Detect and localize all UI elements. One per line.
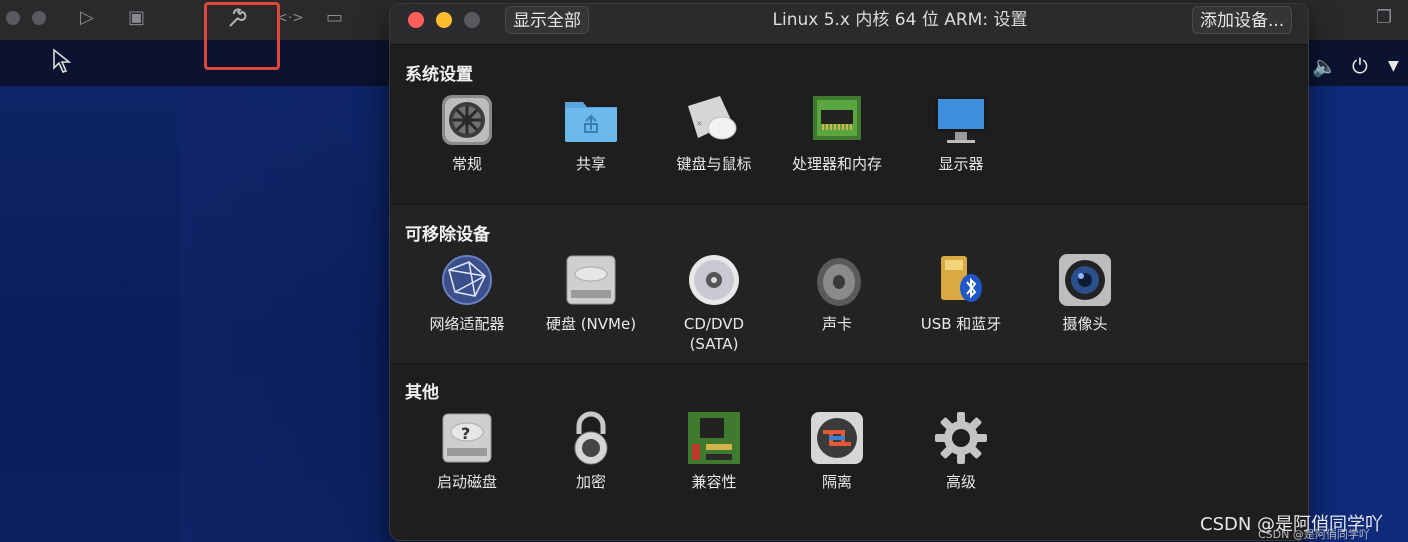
vm-window-dot xyxy=(32,11,46,25)
settings-item-usb-bluetooth[interactable]: USB 和蓝牙 xyxy=(900,252,1022,334)
settings-item-keyboard-mouse[interactable]: × 键盘与鼠标 xyxy=(653,92,775,174)
camera-icon xyxy=(1057,252,1113,308)
zoom-button[interactable] xyxy=(464,12,480,28)
processor-memory-icon xyxy=(809,92,865,148)
shared-folder-icon xyxy=(563,92,619,148)
section-title-other: 其他 xyxy=(405,383,439,403)
window-restore-icon[interactable]: ❐ xyxy=(1376,8,1392,28)
vm-window-dot xyxy=(6,11,20,25)
settings-item-processor-memory[interactable]: 处理器和内存 xyxy=(776,92,898,174)
item-label: 高级 xyxy=(945,473,976,491)
mouse-cursor-icon xyxy=(52,48,72,80)
isolation-icon xyxy=(809,410,865,466)
settings-item-isolation[interactable]: 隔离 xyxy=(776,410,898,492)
item-label: 键盘与鼠标 xyxy=(676,155,752,173)
item-label: CD/DVD (SATA) xyxy=(683,315,745,353)
item-label: 显示器 xyxy=(938,155,984,173)
keyboard-mouse-icon: × xyxy=(686,92,742,148)
display-icon xyxy=(933,92,989,148)
svg-text:?: ? xyxy=(461,424,470,443)
cd-dvd-icon xyxy=(686,252,742,308)
window-title: Linux 5.x 内核 64 位 ARM: 设置 xyxy=(772,10,1028,30)
settings-window: 显示全部 Linux 5.x 内核 64 位 ARM: 设置 添加设备... 系… xyxy=(390,4,1308,540)
item-label: 硬盘 (NVMe) xyxy=(545,315,637,333)
item-label: 共享 xyxy=(575,155,606,173)
power-icon[interactable]: ⏻ xyxy=(1352,54,1368,78)
item-label: 启动磁盘 xyxy=(436,473,497,491)
advanced-gear-icon xyxy=(933,410,989,466)
settings-item-display[interactable]: 显示器 xyxy=(900,92,1022,174)
settings-item-general[interactable]: 常规 xyxy=(406,92,528,174)
settings-item-camera[interactable]: 摄像头 xyxy=(1024,252,1146,334)
usb-bluetooth-icon xyxy=(933,252,989,308)
disk-icon[interactable]: ▭ xyxy=(326,8,343,28)
item-label: 网络适配器 xyxy=(429,315,505,333)
circuit-board-icon xyxy=(686,410,742,466)
section-title-system: 系统设置 xyxy=(405,65,473,85)
snapshot-icon[interactable]: ▣ xyxy=(128,8,145,28)
volume-icon[interactable]: 🔈 xyxy=(1312,54,1337,78)
settings-item-sound-card[interactable]: 声卡 xyxy=(776,252,898,334)
close-button[interactable] xyxy=(408,12,424,28)
padlock-icon xyxy=(563,410,619,466)
item-label: USB 和蓝牙 xyxy=(920,315,1002,333)
startup-disk-icon: ? xyxy=(439,410,495,466)
settings-item-hard-disk[interactable]: 硬盘 (NVMe) xyxy=(530,252,652,334)
chevron-down-icon[interactable]: ▼ xyxy=(1388,58,1399,74)
section-title-removable: 可移除设备 xyxy=(405,225,490,245)
item-label: 摄像头 xyxy=(1062,315,1108,333)
vm-desktop-edge xyxy=(1308,86,1408,542)
settings-item-cd-dvd[interactable]: CD/DVD (SATA) xyxy=(653,252,775,354)
item-label: 加密 xyxy=(575,473,606,491)
item-label: 隔离 xyxy=(821,473,852,491)
settings-item-encryption[interactable]: 加密 xyxy=(530,410,652,492)
window-titlebar: 显示全部 Linux 5.x 内核 64 位 ARM: 设置 添加设备... xyxy=(390,4,1308,45)
watermark-small: CSDN @是阿俏同学吖 xyxy=(1258,528,1370,541)
svg-text:×: × xyxy=(696,119,703,128)
play-icon[interactable]: ▷ xyxy=(80,8,94,28)
network-globe-icon xyxy=(439,252,495,308)
settings-item-shared[interactable]: 共享 xyxy=(530,92,652,174)
settings-item-network[interactable]: 网络适配器 xyxy=(406,252,528,334)
wrench-highlight-box xyxy=(204,2,280,70)
item-label: 兼容性 xyxy=(691,473,737,491)
hard-disk-icon xyxy=(563,252,619,308)
settings-item-compatibility[interactable]: 兼容性 xyxy=(653,410,775,492)
speaker-icon xyxy=(809,252,865,308)
general-icon xyxy=(439,92,495,148)
show-all-button[interactable]: 显示全部 xyxy=(505,6,589,34)
settings-item-advanced[interactable]: 高级 xyxy=(900,410,1022,492)
section-divider xyxy=(390,363,1308,364)
item-label: 常规 xyxy=(451,155,482,173)
item-label: 声卡 xyxy=(821,315,852,333)
settings-item-startup-disk[interactable]: ? 启动磁盘 xyxy=(406,410,528,492)
minimize-button[interactable] xyxy=(436,12,452,28)
code-icon[interactable]: <·> xyxy=(276,8,304,28)
item-label: 处理器和内存 xyxy=(791,155,882,173)
add-device-button[interactable]: 添加设备... xyxy=(1192,6,1293,34)
